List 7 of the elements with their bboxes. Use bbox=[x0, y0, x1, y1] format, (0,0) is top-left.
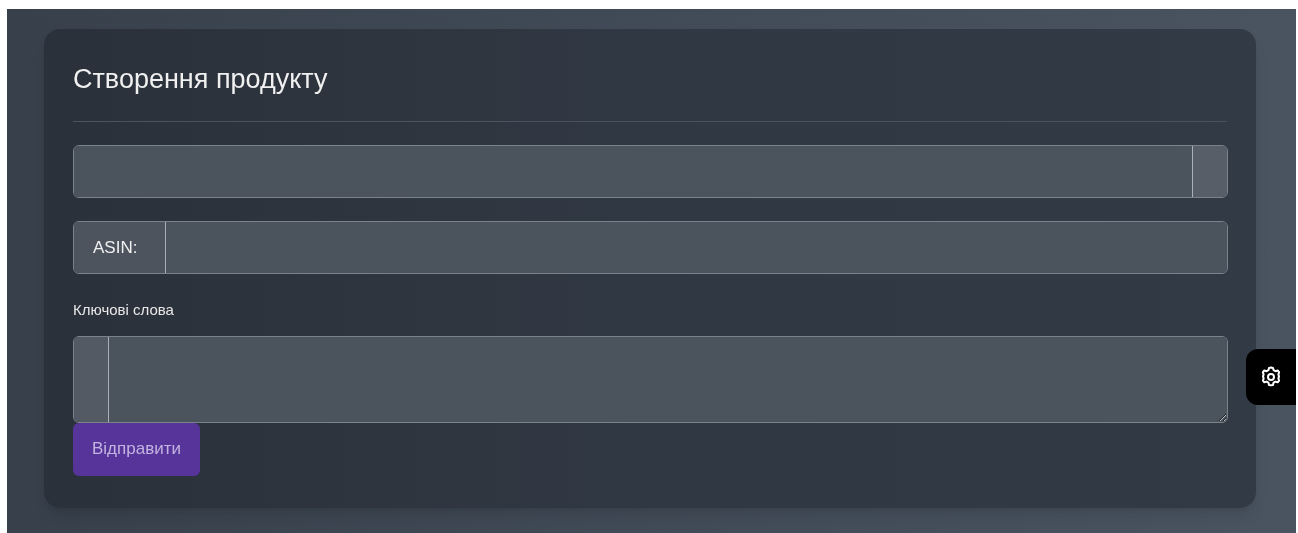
settings-button[interactable] bbox=[1246, 349, 1296, 405]
settings-icon bbox=[1259, 365, 1283, 389]
input-field[interactable] bbox=[73, 145, 1228, 198]
keywords-text-area[interactable] bbox=[73, 335, 1228, 423]
card-title: Створення продукту bbox=[73, 63, 328, 96]
field-label: Ключові слова bbox=[73, 300, 174, 320]
input-addon bbox=[1192, 146, 1227, 197]
